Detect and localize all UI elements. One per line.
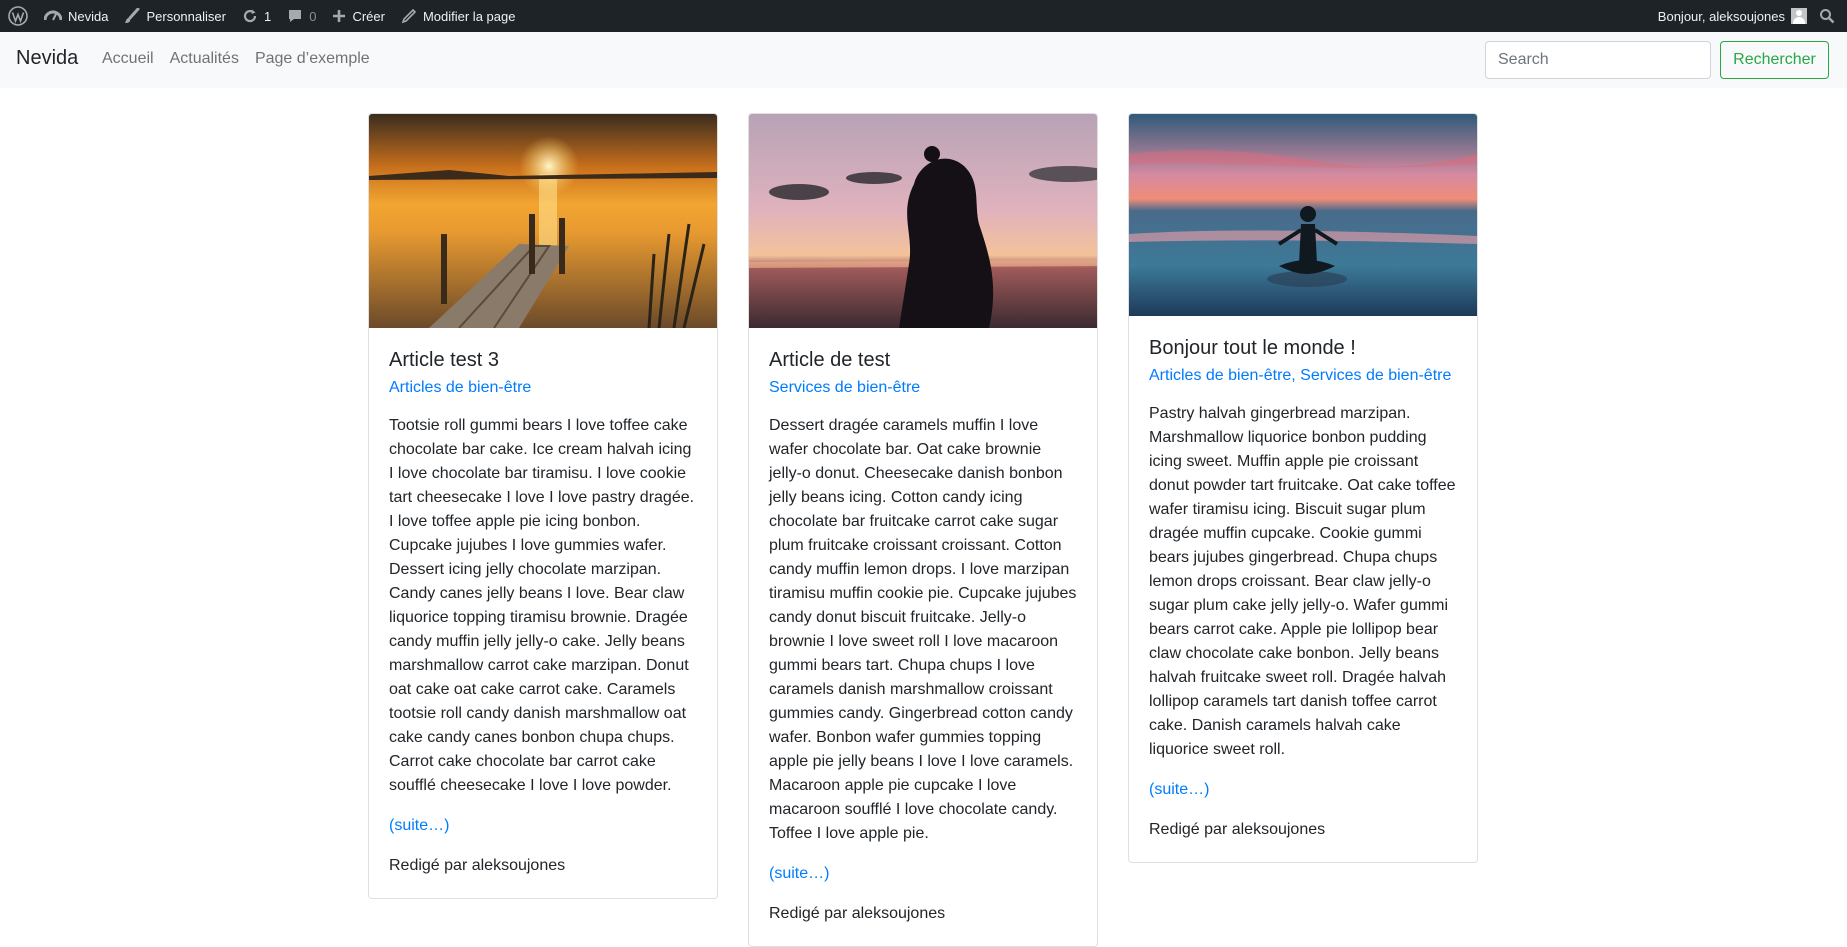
customize-label: Personnaliser <box>146 8 226 24</box>
post-thumbnail-meditation-beach[interactable] <box>1129 114 1477 316</box>
nav-links: Accueil Actualités Page d’exemple <box>102 50 370 68</box>
post-title[interactable]: Bonjour tout le monde ! <box>1149 336 1457 360</box>
post-card: Bonjour tout le monde ! Articles de bien… <box>1128 113 1478 863</box>
wordpress-logo-menu[interactable] <box>0 0 36 32</box>
admin-search[interactable] <box>1813 0 1847 32</box>
post-thumbnail-woman-silhouette[interactable] <box>749 114 1097 328</box>
post-excerpt: Tootsie roll gummi bears I love toffee c… <box>389 417 695 794</box>
my-account-menu[interactable]: Bonjour, aleksoujones <box>1650 0 1813 32</box>
post-author: Redigé par aleksoujones <box>1149 821 1326 838</box>
comments-menu[interactable]: 0 <box>279 0 324 32</box>
updates-menu[interactable]: 1 <box>234 0 279 32</box>
post-excerpt: Pastry halvah gingerbread marzipan. Mars… <box>1149 405 1456 758</box>
navbar-brand[interactable]: Nevida <box>16 47 78 70</box>
site-navbar: Nevida Accueil Actualités Page d’exemple… <box>0 32 1847 88</box>
paintbrush-icon <box>124 8 140 24</box>
post-categories[interactable]: Articles de bien-être <box>389 378 697 398</box>
edit-page-menu[interactable]: Modifier la page <box>393 0 524 32</box>
avatar <box>1791 8 1807 24</box>
read-more-link[interactable]: (suite…) <box>1149 778 1457 802</box>
dashboard-icon <box>44 8 62 24</box>
wordpress-icon <box>8 6 28 26</box>
search-input[interactable] <box>1485 41 1711 79</box>
search-button[interactable]: Rechercher <box>1720 41 1829 79</box>
comment-icon <box>287 8 303 24</box>
search-icon <box>1819 8 1835 24</box>
post-thumbnail-lake-pier[interactable] <box>369 114 717 328</box>
nav-link-actualites[interactable]: Actualités <box>170 50 239 68</box>
post-categories[interactable]: Services de bien-être <box>769 378 1077 398</box>
post-author: Redigé par aleksoujones <box>389 857 566 874</box>
post-excerpt: Dessert dragée caramels muffin I love wa… <box>769 417 1077 842</box>
post-card: Article test 3 Articles de bien-être Too… <box>368 113 718 899</box>
greeting-label: Bonjour, aleksoujones <box>1657 8 1785 24</box>
edit-page-label: Modifier la page <box>422 8 516 24</box>
new-content-menu[interactable]: Créer <box>324 0 393 32</box>
read-more-link[interactable]: (suite…) <box>389 814 697 838</box>
nav-link-accueil[interactable]: Accueil <box>102 50 154 68</box>
read-more-link[interactable]: (suite…) <box>769 862 1077 886</box>
site-name-label: Nevida <box>68 8 109 24</box>
customize-menu[interactable]: Personnaliser <box>116 0 234 32</box>
post-card: Article de test Services de bien-être De… <box>748 113 1098 947</box>
post-title[interactable]: Article de test <box>769 348 1077 372</box>
nav-link-page-exemple[interactable]: Page d’exemple <box>255 50 370 68</box>
post-author: Redigé par aleksoujones <box>769 905 946 922</box>
post-title[interactable]: Article test 3 <box>389 348 697 372</box>
comments-count: 0 <box>309 8 317 24</box>
new-content-label: Créer <box>352 8 385 24</box>
site-name-menu[interactable]: Nevida <box>36 0 116 32</box>
admin-bar: Nevida Personnaliser 1 0 Créer Modifier … <box>0 0 1847 32</box>
plus-icon <box>332 9 346 23</box>
refresh-icon <box>242 8 258 24</box>
updates-count: 1 <box>263 8 272 24</box>
pencil-icon <box>401 8 417 24</box>
post-categories[interactable]: Articles de bien-être, Services de bien-… <box>1149 366 1457 386</box>
